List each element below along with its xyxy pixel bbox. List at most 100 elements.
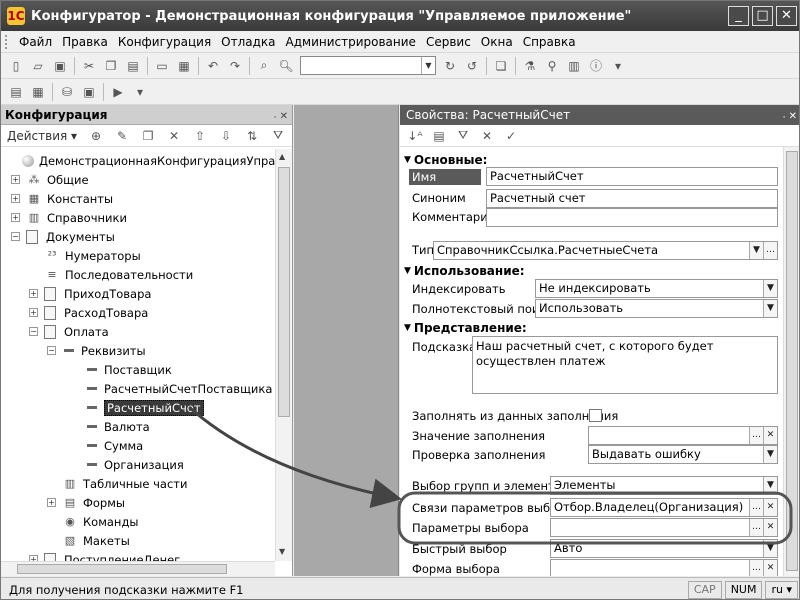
- copy-icon[interactable]: ❐: [100, 56, 122, 76]
- section-usage[interactable]: ▼ Использование:: [404, 264, 525, 278]
- expand-icon[interactable]: +: [11, 213, 20, 222]
- expand-icon[interactable]: +: [11, 194, 20, 203]
- choose-button[interactable]: …: [749, 519, 763, 536]
- maximize-button[interactable]: □: [752, 6, 773, 26]
- tree-item[interactable]: + ▤ Формы: [47, 493, 125, 512]
- fill-check-select[interactable]: Выдавать ошибку ▼: [588, 445, 778, 464]
- print-preview-icon[interactable]: ▦: [173, 56, 195, 76]
- chevron-down-icon[interactable]: ▼: [763, 446, 777, 463]
- chevron-down-icon[interactable]: ▼: [763, 540, 777, 557]
- find-prev-icon[interactable]: ↺: [461, 56, 483, 76]
- delete-icon[interactable]: ✕: [163, 126, 185, 146]
- tree-item[interactable]: + ▦ Константы: [11, 189, 113, 208]
- fill-from-checkbox[interactable]: [589, 409, 602, 422]
- pin-close-icon[interactable]: ⸳ ✕: [783, 108, 799, 122]
- expand-icon[interactable]: +: [29, 289, 38, 298]
- tree-item[interactable]: + ⁂ Общие: [11, 170, 89, 189]
- move-up-icon[interactable]: ⇧: [189, 126, 211, 146]
- tree-item[interactable]: − Документы: [11, 227, 115, 246]
- expand-icon[interactable]: +: [47, 498, 56, 507]
- choose-button[interactable]: …: [749, 427, 763, 444]
- clear-icon[interactable]: ✕: [763, 560, 777, 576]
- filter-icon[interactable]: ⛛: [452, 126, 474, 146]
- tables-icon[interactable]: ▣: [78, 82, 100, 102]
- language-indicator[interactable]: ru ▾: [765, 580, 798, 599]
- clear-icon[interactable]: ✕: [763, 519, 777, 536]
- minimize-button[interactable]: _: [728, 6, 749, 26]
- tree-item[interactable]: + ПриходТовара: [29, 284, 151, 303]
- undo-icon[interactable]: ↶: [202, 56, 224, 76]
- scroll-thumb[interactable]: [17, 564, 227, 574]
- collapse-icon[interactable]: −: [11, 232, 20, 241]
- tree-vertical-scrollbar[interactable]: ▲ ▼: [275, 149, 292, 561]
- new-file-icon[interactable]: ▯: [5, 56, 27, 76]
- section-basic[interactable]: ▼ Основные:: [404, 153, 487, 167]
- find-next-icon[interactable]: ↻: [439, 56, 461, 76]
- scroll-thumb[interactable]: [278, 167, 290, 417]
- choose-button[interactable]: …: [763, 242, 777, 259]
- tree-item[interactable]: РасчетныйСчет: [85, 398, 204, 417]
- tree-item[interactable]: Сумма: [85, 436, 143, 455]
- tree-item[interactable]: РасчетныйСчетПоставщика: [85, 379, 272, 398]
- indexing-select[interactable]: Не индексировать ▼: [535, 279, 778, 298]
- search-icon[interactable]: 🔍︎: [275, 56, 297, 76]
- tree-item[interactable]: + ▥ Справочники: [11, 208, 127, 227]
- scroll-down-icon[interactable]: ▼: [279, 547, 285, 556]
- db-config-icon[interactable]: ▦: [27, 82, 49, 102]
- categorized-icon[interactable]: ▤: [428, 126, 450, 146]
- menu-file[interactable]: Файл: [14, 35, 57, 49]
- sort-icon[interactable]: ⇅: [241, 126, 263, 146]
- clear-icon[interactable]: ✕: [763, 427, 777, 444]
- tree-item[interactable]: ДемонстрационнаяКонфигурацияУправляемо: [7, 151, 275, 170]
- expand-icon[interactable]: +: [11, 175, 20, 184]
- chevron-down-icon[interactable]: ▼: [763, 300, 777, 317]
- close-button[interactable]: ✕: [776, 6, 797, 26]
- tree-item[interactable]: − Оплата: [29, 322, 109, 341]
- save-icon[interactable]: ▣: [49, 56, 71, 76]
- toolbar-overflow-icon[interactable]: ▾: [129, 82, 151, 102]
- tree-item[interactable]: ²³ Нумераторы: [29, 246, 141, 265]
- edit-icon[interactable]: ✎: [111, 126, 133, 146]
- filter-icon[interactable]: ⛛: [267, 126, 289, 146]
- scroll-up-icon[interactable]: ▲: [279, 152, 285, 161]
- search-combo[interactable]: ▼: [300, 56, 436, 75]
- windows-icon[interactable]: ❏: [490, 56, 512, 76]
- tree-item[interactable]: ≡ Последовательности: [29, 265, 193, 284]
- print-icon[interactable]: ▭: [151, 56, 173, 76]
- choice-params-field[interactable]: … ✕: [550, 518, 778, 537]
- menu-administration[interactable]: Администрирование: [281, 35, 421, 49]
- help-search-icon[interactable]: ⚗: [519, 56, 541, 76]
- tree-item[interactable]: Организация: [85, 455, 184, 474]
- clear-icon[interactable]: ✕: [763, 499, 777, 516]
- chevron-down-icon[interactable]: ▼: [763, 477, 777, 494]
- choose-button[interactable]: …: [749, 499, 763, 516]
- chevron-down-icon[interactable]: ▼: [421, 57, 435, 74]
- scroll-thumb[interactable]: [786, 151, 798, 571]
- apply-icon[interactable]: ✓: [500, 126, 522, 146]
- copy-icon[interactable]: ❐: [137, 126, 159, 146]
- section-presentation[interactable]: ▼ Представление:: [404, 321, 527, 335]
- menu-configuration[interactable]: Конфигурация: [113, 35, 216, 49]
- info-icon[interactable]: ⓘ: [585, 56, 607, 76]
- tree-item[interactable]: ◉ Команды: [47, 512, 138, 531]
- collapse-icon[interactable]: −: [47, 346, 56, 355]
- redo-icon[interactable]: ↷: [224, 56, 246, 76]
- help-book-icon[interactable]: ▥: [563, 56, 585, 76]
- menu-help[interactable]: Справка: [518, 35, 581, 49]
- menu-edit[interactable]: Правка: [57, 35, 113, 49]
- choose-button[interactable]: …: [749, 560, 763, 576]
- cancel-icon[interactable]: ✕: [476, 126, 498, 146]
- update-db-icon[interactable]: ⛁: [56, 82, 78, 102]
- tree-item[interactable]: Поставщик: [85, 360, 172, 379]
- tree-item[interactable]: ▧ Макеты: [47, 531, 130, 550]
- find-in-file-icon[interactable]: ⌕: [253, 56, 275, 76]
- chevron-down-icon[interactable]: ▼: [749, 242, 763, 259]
- tree-item[interactable]: + РасходТовара: [29, 303, 148, 322]
- actions-menu-button[interactable]: Действия ▾: [7, 129, 77, 143]
- choice-groups-select[interactable]: Элементы ▼: [550, 476, 778, 495]
- tooltip-field[interactable]: Наш расчетный счет, с которого будет осу…: [472, 336, 778, 394]
- tree-item[interactable]: + ПоступлениеДенег: [29, 550, 180, 561]
- menu-windows[interactable]: Окна: [476, 35, 518, 49]
- name-field[interactable]: РасчетныйСчет: [486, 167, 778, 186]
- choice-links-field[interactable]: Отбор.Владелец(Организация) … ✕: [550, 498, 778, 517]
